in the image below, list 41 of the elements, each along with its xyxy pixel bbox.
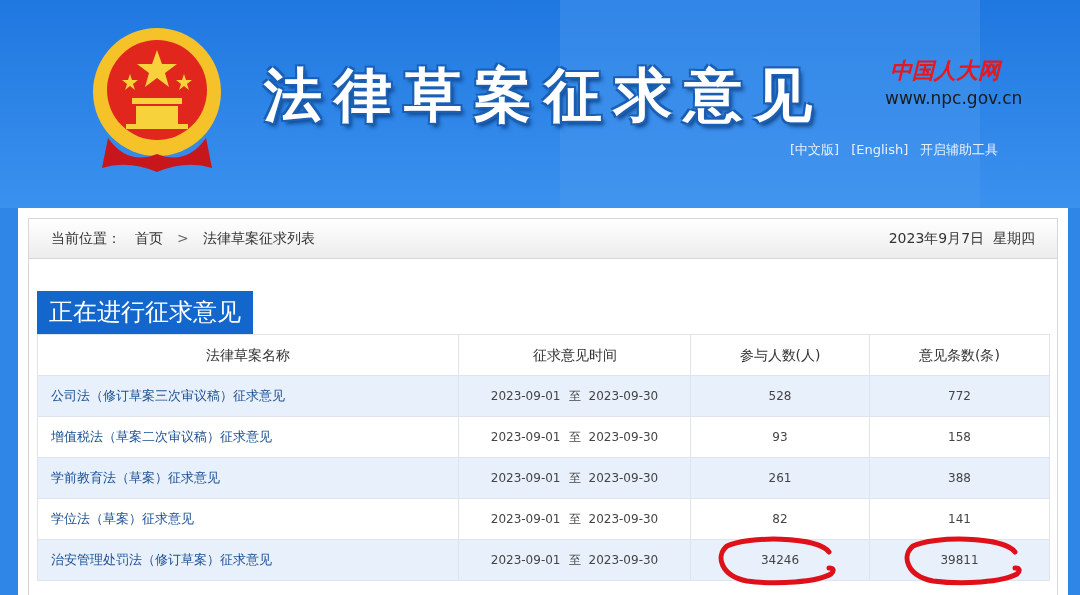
draft-link[interactable]: 增值税法（草案二次审议稿）征求意见 (51, 429, 272, 445)
participant-count: 34246 (760, 553, 800, 567)
page-title: 法律草案征求意见 (264, 66, 824, 124)
date-separator: 至 (568, 388, 581, 405)
column-header: 征求意见时间 (458, 334, 691, 376)
current-date: 2023年9月7日 星期四 (888, 229, 1035, 248)
start-date: 2023-09-01 (490, 511, 561, 528)
start-date: 2023-09-01 (490, 388, 561, 405)
end-date: 2023-09-30 (588, 388, 659, 405)
comment-count: 388 (948, 471, 971, 485)
breadcrumb-label: 当前位置： (51, 229, 121, 248)
date-separator: 至 (568, 511, 581, 528)
draft-link[interactable]: 学位法（草案）征求意见 (51, 511, 194, 527)
start-date: 2023-09-01 (490, 470, 561, 487)
breadcrumb-separator: > (177, 229, 189, 248)
column-header: 法律草案名称 (37, 334, 459, 376)
draft-link[interactable]: 学前教育法（草案）征求意见 (51, 470, 220, 486)
date-separator: 至 (568, 429, 581, 446)
end-date: 2023-09-30 (588, 552, 659, 569)
end-date: 2023-09-30 (588, 511, 659, 528)
breadcrumb-link[interactable]: 法律草案征求列表 (202, 228, 315, 249)
comment-count: 772 (948, 389, 971, 403)
comment-count: 158 (948, 430, 971, 444)
comment-count: 39811 (940, 553, 979, 567)
start-date: 2023-09-01 (490, 429, 561, 446)
date-separator: 至 (568, 552, 581, 569)
column-header: 意见条数(条) (869, 334, 1050, 376)
breadcrumb-link[interactable]: 首页 (135, 228, 163, 249)
site-url: www.npc.gov.cn (885, 90, 1023, 107)
section-title: 正在进行征求意见 (37, 291, 253, 334)
column-header: 参与人数(人) (690, 334, 870, 376)
start-date: 2023-09-01 (490, 552, 561, 569)
end-date: 2023-09-30 (588, 429, 659, 446)
end-date: 2023-09-30 (588, 470, 659, 487)
comment-count: 141 (948, 512, 971, 526)
participant-count: 93 (772, 430, 788, 444)
participant-count: 528 (768, 389, 792, 403)
participant-count: 261 (768, 471, 792, 485)
date-separator: 至 (568, 470, 581, 487)
participant-count: 82 (772, 512, 788, 526)
draft-link[interactable]: 治安管理处罚法（修订草案）征求意见 (51, 552, 272, 568)
